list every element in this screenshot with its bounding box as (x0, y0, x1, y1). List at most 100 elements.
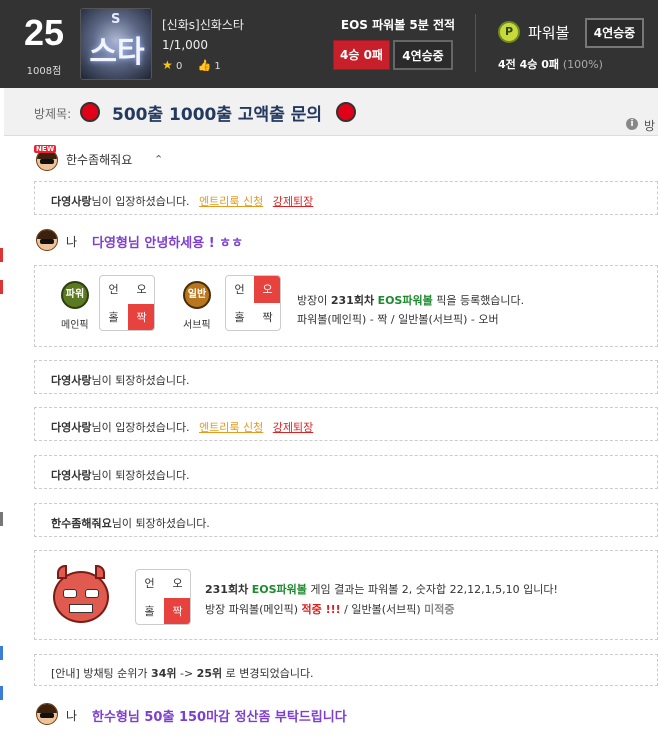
result-grid: 언 오 홀 짝 (135, 569, 191, 625)
chevron-up-icon[interactable]: ⌃ (154, 153, 163, 166)
notice-text: 다영사랑님이 퇴장하셨습니다. (51, 467, 190, 483)
red-circle-icon (336, 102, 356, 122)
user-nickname[interactable]: 한수좀해줘요 (66, 151, 132, 168)
grid-under: 언 (234, 283, 245, 296)
rank-change-notice: [안내] 방채팅 순위가 34위 -> 25위 로 변경되었습니다. (34, 654, 658, 686)
notice-text: 한수좀해줘요님이 퇴장하셨습니다. (51, 515, 210, 531)
pick-line-2: 파워볼(메인픽) - 짝 / 일반볼(서브픽) - 오버 (297, 313, 499, 326)
main-pick-caption: 메인픽 (61, 320, 89, 331)
result-hit: 적중 !!! (301, 603, 341, 616)
result-game-name: EOS파워볼 (251, 583, 307, 596)
room-header: 25 1008점 S 스타 [신화s]신화스타 1/1,000 ★ 0 👍 1 … (0, 0, 658, 88)
grid-odd: 홀 (108, 311, 119, 324)
header-divider (475, 14, 476, 72)
notice-user[interactable]: 다영사랑 (51, 374, 91, 387)
main-pick-grid: 언 오 홀 짝 (99, 275, 155, 331)
pick-game-name: EOS파워볼 (377, 294, 433, 307)
entry-request-link[interactable]: 엔트리룩 신청 (199, 195, 263, 208)
devil-emoticon-icon (53, 565, 109, 623)
grid-under: 언 (144, 577, 155, 590)
notice-text: 다영사랑님이 퇴장하셨습니다. (51, 372, 190, 388)
pick-line-prefix: 방장이 (297, 294, 331, 307)
result-main-pick: 방장 파워볼(메인픽) (205, 603, 302, 616)
exit-notice: 한수좀해줘요님이 퇴장하셨습니다. (34, 503, 658, 537)
avatar-text: 스타 (89, 35, 145, 70)
chat-message-list[interactable]: NEW 한수좀해줘요 ⌃ 다영사랑님이 입장하셨습니다. 엔트리룩 신청 강제퇴… (4, 137, 658, 748)
grid-even: 짝 (262, 311, 273, 324)
left-horn (57, 565, 67, 579)
thumbs-up-icon[interactable]: 👍 (198, 59, 212, 72)
powerball-icon: P (498, 21, 520, 43)
grid-under: 언 (108, 283, 119, 296)
result-line-suffix: 게임 결과는 파워볼 2, 숫자합 22,12,1,5,10 입니다! (306, 583, 558, 596)
list-item: NEW 한수좀해줘요 ⌃ (4, 137, 658, 177)
result-line-2: 방장 파워볼(메인픽) 적중 !!! / 일반볼(서브픽) 미적중 (205, 601, 455, 617)
room-owner-name[interactable]: [신화s]신화스타 (162, 16, 244, 33)
rank-points: 1008점 (26, 66, 62, 77)
sub-pick-caption: 서브픽 (183, 320, 211, 331)
rank-notice-suffix: 로 변경되었습니다. (222, 667, 314, 680)
game-result-card: 언 오 홀 짝 231회차 EOS파워볼 게임 결과는 파워볼 2, 숫자합 2… (34, 550, 658, 640)
notice-message: 님이 퇴장하셨습니다. (91, 374, 190, 387)
my-message: 나 다영형님 안녕하세용 ! ㅎㅎ (4, 225, 658, 255)
notice-message: 님이 퇴장하셨습니다. (111, 517, 210, 530)
kick-link[interactable]: 강제퇴장 (273, 195, 313, 208)
member-count: 1/1,000 (162, 38, 209, 52)
streak-badge: 4연승중 (393, 40, 453, 70)
grid-over-selected: 오 (254, 276, 280, 303)
notice-user[interactable]: 다영사랑 (51, 469, 91, 482)
notice-message: 님이 입장하셨습니다. (91, 421, 190, 434)
devil-eye (63, 589, 77, 598)
enter-notice: 다영사랑님이 입장하셨습니다. 엔트리룩 신청 강제퇴장 (34, 407, 658, 441)
edge-marker (0, 280, 3, 294)
star-count: 0 (175, 61, 183, 72)
my-avatar-icon (36, 229, 58, 251)
kick-link[interactable]: 강제퇴장 (273, 421, 313, 434)
pick-line-suffix: 픽을 등록했습니다. (432, 294, 525, 307)
grid-even-selected: 짝 (164, 598, 190, 624)
result-line-1: 231회차 EOS파워볼 게임 결과는 파워볼 2, 숫자합 22,12,1,5… (205, 581, 558, 597)
rank-notice-prefix: [안내] 방채팅 순위가 (51, 667, 152, 680)
room-stats: ★ 0 👍 1 (162, 58, 221, 72)
pick-line-1: 방장이 231회차 EOS파워볼 픽을 등록했습니다. (297, 292, 524, 308)
result-round: 231회차 (205, 583, 249, 596)
game-record-title: EOS 파워볼 5분 전적 (340, 18, 456, 32)
like-count: 1 (214, 61, 221, 72)
grid-odd: 홀 (144, 605, 155, 618)
result-miss: 미적중 (424, 603, 455, 616)
grid-even-selected: 짝 (128, 304, 154, 330)
entry-request-link[interactable]: 엔트리룩 신청 (199, 421, 263, 434)
notice-user[interactable]: 다영사랑 (51, 421, 91, 434)
my-message: 나 한수형님 50출 150마감 정산좀 부탁드립니다 (4, 699, 658, 729)
rank-arrow: -> (176, 667, 197, 680)
powerball-record-percent: (100%) (562, 58, 603, 71)
rank-to: 25위 (196, 667, 223, 680)
notice-user[interactable]: 다영사랑 (51, 195, 91, 208)
powerball-record: 4전 4승 0패 (100%) (498, 56, 603, 72)
new-badge: NEW (34, 145, 57, 153)
room-avatar[interactable]: S 스타 (80, 8, 152, 80)
pick-registration-card: 파워볼 메인픽 언 오 홀 짝 일반볼 서브픽 언 오 홀 짝 방장이 231회… (34, 265, 658, 347)
grid-over: 오 (172, 577, 183, 590)
edge-marker (0, 512, 3, 526)
result-sub-pick: / 일반볼(서브픽) (340, 603, 425, 616)
message-text: 다영형님 안녕하세용 ! ㅎㅎ (92, 236, 244, 251)
me-label: 나 (66, 709, 78, 723)
powerball-label: 파워볼 (528, 24, 570, 42)
edge-marker (0, 248, 3, 262)
room-title-label: 방제목: (34, 107, 72, 121)
room-info-label[interactable]: 방 (644, 117, 655, 134)
chat-room-window: 25 1008점 S 스타 [신화s]신화스타 1/1,000 ★ 0 👍 1 … (0, 0, 658, 748)
notice-message: 님이 입장하셨습니다. (91, 195, 190, 208)
notice-text: [안내] 방채팅 순위가 34위 -> 25위 로 변경되었습니다. (51, 665, 314, 681)
exit-notice: 다영사랑님이 퇴장하셨습니다. (34, 455, 658, 489)
normal-ball-badge-icon: 일반볼 (183, 281, 211, 324)
avatar-letter: S (111, 12, 121, 27)
powerball-badge-icon: 파워볼 (61, 281, 89, 324)
info-icon[interactable]: i (626, 118, 638, 130)
room-title: 500출 1000출 고액출 문의 (112, 105, 323, 125)
enter-notice: 다영사랑님이 입장하셨습니다. 엔트리룩 신청 강제퇴장 (34, 181, 658, 215)
powerball-streak-badge: 4연승중 (585, 18, 644, 48)
powerball-record-main: 4전 4승 0패 (498, 58, 559, 71)
notice-user[interactable]: 한수좀해줘요 (51, 517, 112, 530)
